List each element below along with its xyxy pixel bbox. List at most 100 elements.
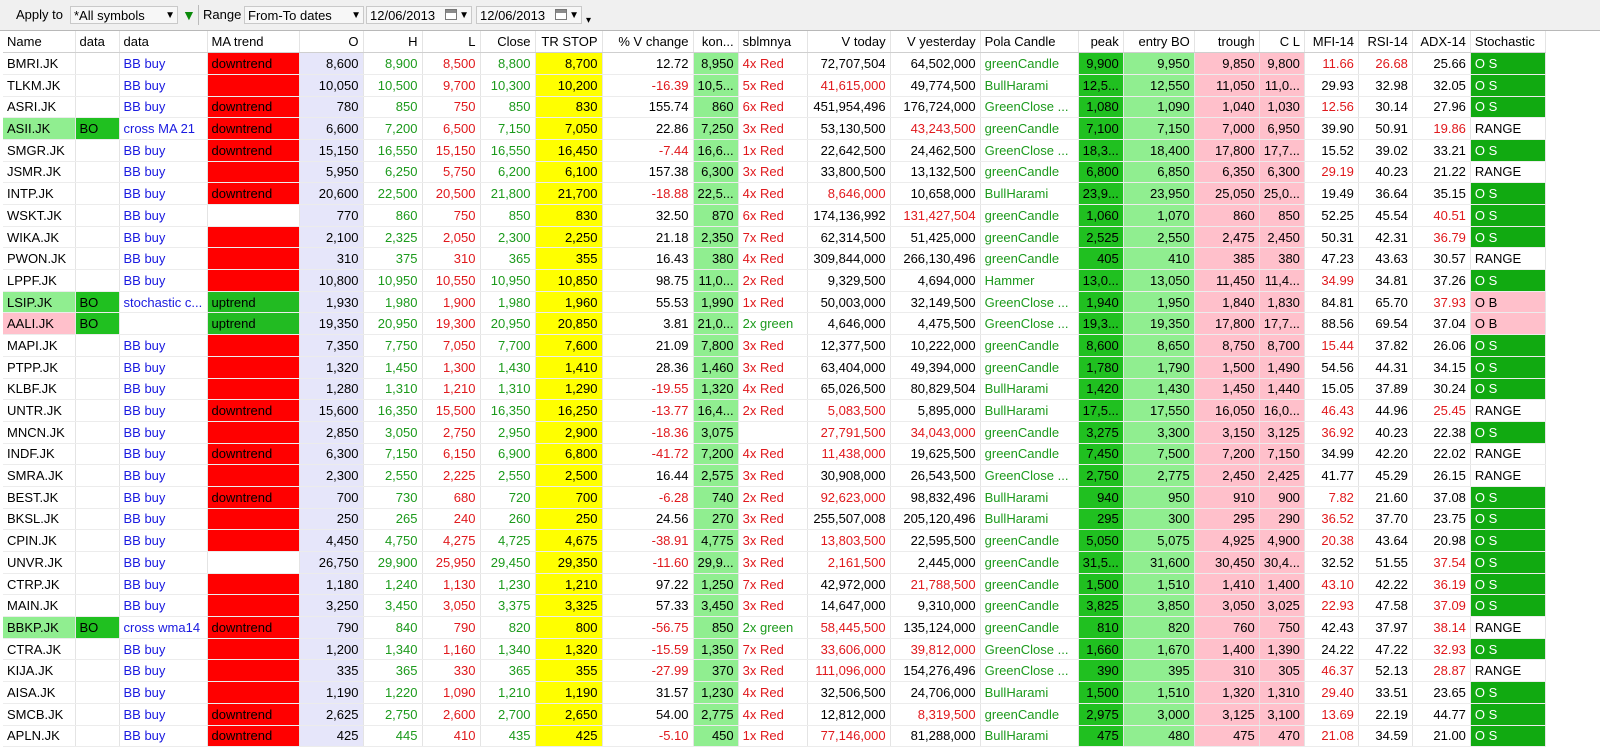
column-header[interactable]: peak bbox=[1078, 31, 1124, 54]
calendar-icon[interactable] bbox=[445, 9, 457, 20]
table-row[interactable]: BKSL.JK BB buy 250 265 240 260 250 24.56 270 3x R… bbox=[3, 508, 1546, 531]
table-cell: 37.09 bbox=[1412, 594, 1471, 618]
table-cell: 22,500 bbox=[363, 182, 423, 205]
column-header[interactable]: % V change bbox=[602, 31, 694, 54]
column-header[interactable]: TR STOP bbox=[535, 31, 603, 54]
table-row[interactable]: MAPI.JK BB buy 7,350 7,750 7,050 7,700 7,600 21… bbox=[3, 334, 1546, 357]
table-row[interactable]: CPIN.JK BB buy 4,450 4,750 4,275 4,725 4,675 -3… bbox=[3, 529, 1546, 552]
table-row[interactable]: ASRI.JK BB buy downtrend 780 850 750 850 830 155… bbox=[3, 96, 1546, 119]
column-header[interactable]: data bbox=[119, 31, 208, 54]
table-row[interactable]: MNCN.JK BB buy 2,850 3,050 2,750 2,950 2,900 -1… bbox=[3, 421, 1546, 444]
column-header[interactable]: V yesterday bbox=[890, 31, 981, 54]
table-row[interactable]: CTRP.JK BB buy 1,180 1,240 1,130 1,230 1,210 97… bbox=[3, 573, 1546, 596]
table-cell: 830 bbox=[535, 96, 603, 119]
column-header[interactable]: C L bbox=[1259, 31, 1305, 54]
table-cell: 16,250 bbox=[535, 399, 603, 422]
column-header[interactable]: V today bbox=[807, 31, 891, 54]
table-row[interactable]: PTPP.JK BB buy 1,320 1,450 1,300 1,430 1,410 28… bbox=[3, 356, 1546, 379]
column-header[interactable]: L bbox=[422, 31, 481, 54]
calendar-icon[interactable] bbox=[555, 9, 567, 20]
table-row[interactable]: APLN.JK BB buy downtrend 425 445 410 435 425 -5.… bbox=[3, 725, 1546, 748]
column-header[interactable]: sblmnya bbox=[738, 31, 808, 54]
from-date-field[interactable]: 12/06/2013 ▼ bbox=[366, 6, 472, 24]
table-cell: BB buy bbox=[119, 464, 208, 487]
table-cell: 4,725 bbox=[480, 529, 536, 552]
table-row[interactable]: SMCB.JK BB buy downtrend 2,625 2,750 2,600 2,7… bbox=[3, 703, 1546, 726]
column-header[interactable]: Name bbox=[3, 31, 76, 54]
range-dropdown[interactable]: From-To dates ▼ bbox=[244, 6, 364, 24]
table-row[interactable]: LSIP.JK BO stochastic c... uptrend 1,930 1,98… bbox=[3, 291, 1546, 314]
table-cell: -41.72 bbox=[602, 443, 694, 466]
table-row[interactable]: UNTR.JK BB buy downtrend 15,600 16,350 15,500… bbox=[3, 399, 1546, 422]
column-header[interactable]: H bbox=[363, 31, 423, 54]
table-row[interactable]: BBKP.JK BO cross wma14 downtrend 790 840 790 82… bbox=[3, 616, 1546, 639]
table-cell: 19,300 bbox=[422, 312, 481, 336]
table-cell: 3x Red bbox=[738, 529, 808, 552]
table-cell: 2,425 bbox=[1259, 464, 1305, 487]
table-cell: 4x Red bbox=[738, 247, 808, 271]
table-cell: -38.91 bbox=[602, 529, 694, 552]
table-row[interactable]: SMRA.JK BB buy 2,300 2,550 2,225 2,550 2,500 16… bbox=[3, 464, 1546, 487]
table-cell: 16,6... bbox=[693, 139, 739, 162]
column-header[interactable]: entry BO bbox=[1123, 31, 1195, 54]
column-header[interactable]: Stochastic bbox=[1470, 31, 1546, 54]
table-cell: 19,350 bbox=[299, 312, 364, 336]
column-header[interactable]: Close bbox=[480, 31, 536, 54]
table-row[interactable]: SMGR.JK BB buy downtrend 15,150 16,550 15,150… bbox=[3, 139, 1546, 162]
table-cell: 12,812,000 bbox=[807, 703, 891, 726]
table-cell: 3,050 bbox=[363, 421, 423, 444]
column-header[interactable]: MFI-14 bbox=[1304, 31, 1359, 54]
table-cell: BB buy bbox=[119, 443, 208, 466]
table-cell: 15,150 bbox=[299, 139, 364, 162]
table-row[interactable]: MAIN.JK BB buy 3,250 3,450 3,050 3,375 3,325 57… bbox=[3, 594, 1546, 618]
table-cell: 4,775 bbox=[693, 529, 739, 552]
table-cell: 450 bbox=[693, 725, 739, 748]
table-row[interactable]: JSMR.JK BB buy 5,950 6,250 5,750 6,200 6,100 15… bbox=[3, 161, 1546, 184]
apply-to-dropdown[interactable]: *All symbols ▼ bbox=[70, 6, 178, 24]
table-cell: 6,500 bbox=[422, 117, 481, 140]
symbols-table: Name data data MA trend O H L Close TR STOP% V c… bbox=[3, 31, 1546, 748]
table-cell: 1,090 bbox=[422, 681, 481, 704]
column-header[interactable]: O bbox=[299, 31, 364, 54]
table-cell: 2,750 bbox=[363, 703, 423, 726]
table-cell: 40.23 bbox=[1358, 421, 1413, 444]
table-row[interactable]: BEST.JK BB buy downtrend 700 730 680 720 700 -6.… bbox=[3, 486, 1546, 509]
table-row[interactable]: PWON.JK BB buy 310 375 310 365 355 16.43 380 4x R… bbox=[3, 247, 1546, 271]
table-row[interactable]: KLBF.JK BB buy 1,280 1,310 1,210 1,310 1,290 -1… bbox=[3, 378, 1546, 401]
table-row[interactable]: CTRA.JK BB buy 1,200 1,340 1,160 1,340 1,320 -1… bbox=[3, 638, 1546, 661]
table-row[interactable]: TLKM.JK BB buy 10,050 10,500 9,700 10,300 10,2… bbox=[3, 74, 1546, 97]
table-cell: 34.59 bbox=[1358, 725, 1413, 748]
table-cell bbox=[75, 204, 120, 227]
table-row[interactable]: INTP.JK BB buy downtrend 20,600 22,500 20,500… bbox=[3, 182, 1546, 205]
table-cell: O S bbox=[1470, 725, 1546, 748]
filter-icon[interactable]: ▼ bbox=[182, 0, 196, 30]
table-cell: 24,706,000 bbox=[890, 681, 981, 704]
table-row[interactable]: AALI.JK BO uptrend 19,350 20,950 19,300 20,950… bbox=[3, 312, 1546, 336]
column-header[interactable]: trough bbox=[1194, 31, 1260, 54]
table-cell: 2,450 bbox=[1259, 226, 1305, 249]
column-header[interactable]: RSI-14 bbox=[1358, 31, 1413, 54]
table-cell: 760 bbox=[1194, 616, 1260, 639]
table-cell: 700 bbox=[535, 486, 603, 509]
column-header[interactable]: ADX-14 bbox=[1412, 31, 1471, 54]
table-cell: 205,120,496 bbox=[890, 508, 981, 531]
to-date-field[interactable]: 12/06/2013 ▼ bbox=[476, 6, 582, 24]
table-cell: 24.56 bbox=[602, 508, 694, 531]
column-header[interactable]: Pola Candle bbox=[980, 31, 1079, 54]
table-row[interactable]: AISA.JK BB buy 1,190 1,220 1,090 1,210 1,190 31… bbox=[3, 681, 1546, 704]
table-row[interactable]: ASII.JK BO cross MA 21 downtrend 6,600 7,200 6… bbox=[3, 117, 1546, 140]
table-row[interactable]: KIJA.JK BB buy 335 365 330 365 355 -27.99 370 3x … bbox=[3, 659, 1546, 683]
table-cell bbox=[75, 334, 120, 357]
table-row[interactable]: BMRI.JK BB buy downtrend 8,600 8,900 8,500 8,8… bbox=[3, 52, 1546, 75]
column-header[interactable]: data bbox=[75, 31, 120, 54]
column-header[interactable]: MA trend bbox=[207, 31, 300, 54]
table-row[interactable]: LPPF.JK BB buy 10,800 10,950 10,550 10,950 10,… bbox=[3, 269, 1546, 292]
table-row[interactable]: WSKT.JK BB buy 770 860 750 850 830 32.50 870 6x R… bbox=[3, 204, 1546, 227]
table-row[interactable]: WIKA.JK BB buy 2,100 2,325 2,050 2,300 2,250 21… bbox=[3, 226, 1546, 249]
table-cell: 6,900 bbox=[480, 443, 536, 466]
table-row[interactable]: UNVR.JK BB buy 26,750 29,900 25,950 29,450 29,… bbox=[3, 551, 1546, 574]
table-row[interactable]: INDF.JK BB buy downtrend 6,300 7,150 6,150 6,9… bbox=[3, 443, 1546, 466]
table-cell: 21.22 bbox=[1412, 161, 1471, 184]
table-cell: 2,700 bbox=[480, 703, 536, 726]
column-header[interactable]: kon... bbox=[693, 31, 739, 54]
